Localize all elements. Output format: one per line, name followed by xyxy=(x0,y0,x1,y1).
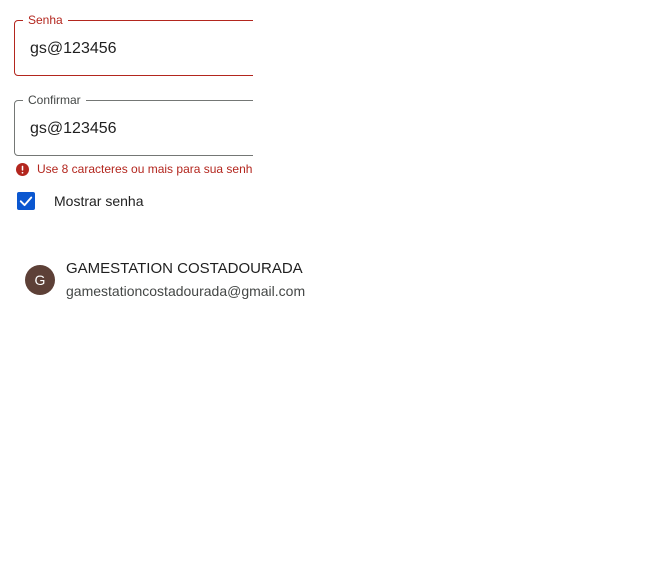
password-field-label: Senha xyxy=(23,13,68,27)
account-info: GAMESTATION COSTADOURADA gamestationcost… xyxy=(66,260,305,300)
show-password-label: Mostrar senha xyxy=(54,193,144,209)
password-form-page: Senha Confirmar Use 8 caracteres ou mais… xyxy=(0,0,654,576)
confirm-password-input[interactable] xyxy=(30,119,253,139)
confirm-password-field-label: Confirmar xyxy=(23,93,86,107)
avatar: G xyxy=(25,265,55,295)
check-icon xyxy=(19,196,33,207)
confirm-password-field[interactable]: Confirmar xyxy=(14,93,253,156)
show-password-toggle[interactable]: Mostrar senha xyxy=(17,192,143,210)
password-input[interactable] xyxy=(30,39,253,59)
password-error: Use 8 caracteres ou mais para sua senha xyxy=(16,162,253,176)
password-error-text: Use 8 caracteres ou mais para sua senha xyxy=(37,162,253,176)
account-name: GAMESTATION COSTADOURADA xyxy=(66,260,303,277)
account-email: gamestationcostadourada@gmail.com xyxy=(66,283,306,299)
account-chip: G GAMESTATION COSTADOURADA gamestationco… xyxy=(25,260,305,300)
show-password-checkbox[interactable] xyxy=(17,192,35,210)
error-icon xyxy=(16,162,29,176)
password-form: Senha Confirmar Use 8 caracteres ou mais… xyxy=(0,0,253,185)
password-field[interactable]: Senha xyxy=(14,13,253,76)
